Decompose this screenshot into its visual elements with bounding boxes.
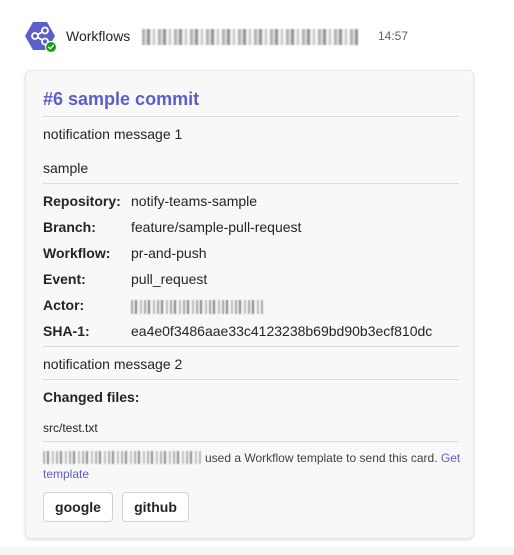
- changed-files-title: Changed files:: [43, 389, 140, 405]
- fact-key-branch: Branch:: [43, 219, 96, 235]
- fact-value-sha: ea4e0f3486aae33c4123238b69bd90b3ecf810dc: [131, 323, 433, 339]
- separator: [43, 183, 459, 184]
- fact-key-sha: SHA-1:: [43, 323, 90, 339]
- fact-key-workflow: Workflow:: [43, 245, 111, 261]
- card-title: #6 sample commit: [43, 89, 200, 109]
- separator: [43, 441, 459, 442]
- sender-detail-redacted: [142, 29, 358, 45]
- fact-value-repository: notify-teams-sample: [131, 193, 258, 209]
- fact-key-actor: Actor:: [43, 297, 85, 313]
- sender-name[interactable]: Workflows: [66, 28, 130, 44]
- fact-key-repository: Repository:: [43, 193, 121, 209]
- notification-text-3: notification message 2: [43, 356, 183, 372]
- fact-value-event: pull_request: [131, 271, 208, 287]
- github-button[interactable]: github: [122, 492, 189, 522]
- separator: [43, 116, 459, 117]
- fact-key-event: Event:: [43, 271, 86, 287]
- separator: [43, 346, 459, 347]
- changed-file-item: src/test.txt: [43, 421, 98, 435]
- notification-text-1: notification message 1: [43, 126, 183, 142]
- message-timestamp: 14:57: [378, 29, 409, 43]
- fact-value-actor-redacted: [131, 300, 263, 314]
- template-attribution-text: used a Workflow template to send this ca…: [205, 451, 438, 465]
- google-button[interactable]: google: [43, 492, 113, 522]
- adaptive-card: #6 sample commit notification message 1 …: [25, 70, 474, 539]
- workflows-avatar[interactable]: [24, 20, 57, 53]
- bottom-divider: [0, 547, 514, 555]
- message-header: Workflows 14:57: [24, 20, 504, 54]
- chat-message-view: Workflows 14:57 #6 sample commit notific…: [0, 0, 514, 555]
- template-attribution: used a Workflow template to send this ca…: [43, 450, 463, 482]
- notification-text-2: sample: [43, 160, 89, 176]
- separator: [43, 379, 459, 380]
- fact-value-workflow: pr-and-push: [131, 245, 207, 261]
- fact-value-branch: feature/sample-pull-request: [131, 219, 302, 235]
- available-check-icon: [46, 42, 56, 52]
- presence-badge: [45, 41, 57, 53]
